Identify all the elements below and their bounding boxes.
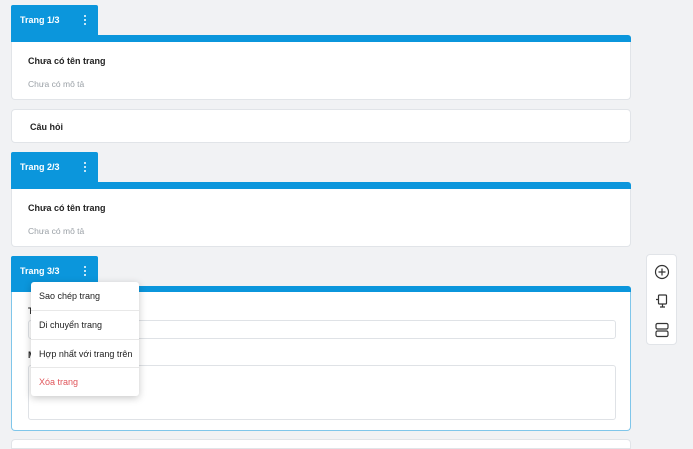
page-options-menu: Sao chép trang Di chuyển trang Hợp nhất … — [31, 282, 139, 396]
page-title[interactable]: Chưa có tên trang — [28, 203, 106, 213]
page-header-bar — [11, 182, 631, 189]
page-header-bar — [11, 35, 631, 42]
more-vertical-icon[interactable] — [77, 12, 93, 28]
menu-item-delete-page[interactable]: Xóa trang — [31, 367, 139, 395]
menu-item-duplicate-page[interactable]: Sao chép trang — [31, 282, 139, 310]
page-description[interactable]: Chưa có mô tả — [28, 79, 84, 89]
side-toolbar — [646, 254, 677, 345]
page-info-card[interactable]: Chưa có tên trang Chưa có mô tả — [11, 42, 631, 100]
question-label: Câu hỏi — [30, 122, 63, 132]
page-tab-label: Trang 1/3 — [20, 15, 60, 25]
menu-item-move-page[interactable]: Di chuyển trang — [31, 310, 139, 338]
page-tab-2[interactable]: Trang 2/3 — [11, 152, 98, 182]
question-card[interactable]: Câu hỏi — [11, 109, 631, 143]
page-tab-label: Trang 3/3 — [20, 266, 60, 276]
more-vertical-icon[interactable] — [77, 159, 93, 175]
page-title[interactable]: Chưa có tên trang — [28, 56, 106, 66]
menu-item-merge-page[interactable]: Hợp nhất với trang trên — [31, 339, 139, 367]
page-description[interactable]: Chưa có mô tả — [28, 226, 84, 236]
next-card — [11, 439, 631, 449]
page-tab-1[interactable]: Trang 1/3 — [11, 5, 98, 35]
add-section-icon[interactable] — [653, 321, 671, 339]
page-tab-label: Trang 2/3 — [20, 162, 60, 172]
page-info-card[interactable]: Chưa có tên trang Chưa có mô tả — [11, 189, 631, 247]
import-title-icon[interactable] — [653, 292, 671, 310]
add-circle-icon[interactable] — [653, 263, 671, 281]
more-vertical-icon[interactable] — [77, 263, 93, 279]
